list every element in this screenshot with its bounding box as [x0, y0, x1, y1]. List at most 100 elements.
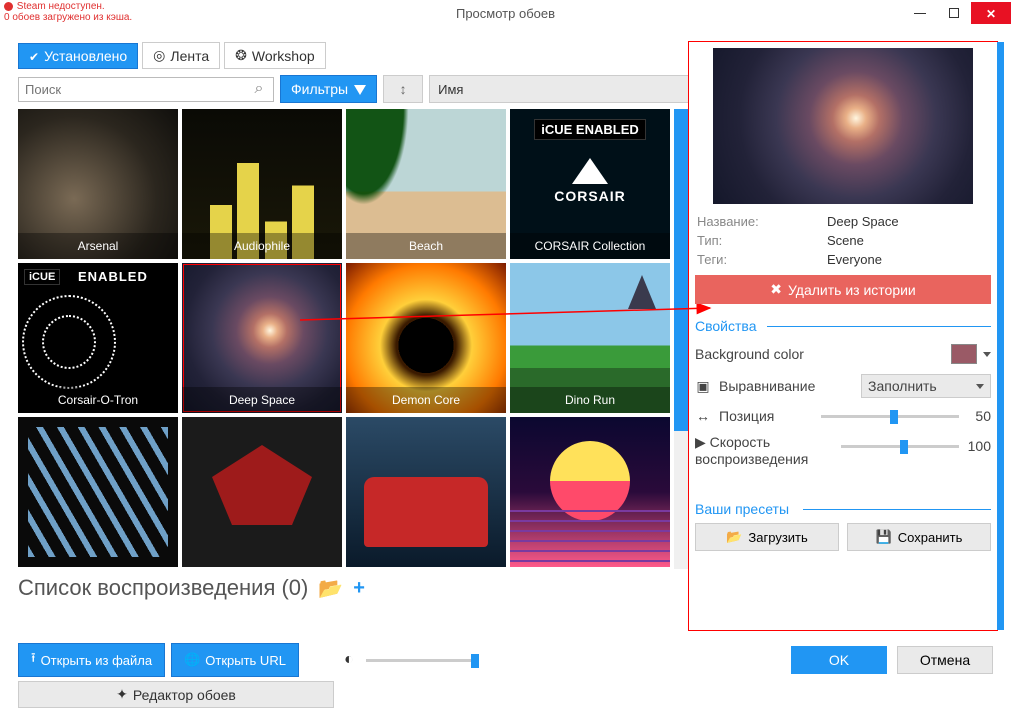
search-icon[interactable]: [245, 78, 273, 101]
steam-status-icon: [4, 2, 13, 11]
wallpaper-tile[interactable]: [18, 417, 178, 567]
playlist-title: Список воспроизведения (0): [18, 575, 308, 601]
search-input[interactable]: [19, 78, 245, 101]
preview-image: [713, 48, 973, 204]
main-area: Arsenal Audiophile Beach iCUE ENABLED CO…: [0, 109, 1011, 569]
search-box: [18, 77, 274, 102]
prop-bgcolor: Background color: [695, 344, 991, 364]
save-icon: [876, 529, 892, 545]
meta-tags: Теги:Everyone: [697, 252, 989, 267]
section-presets: Ваши пресеты: [695, 501, 991, 517]
window-controls: [903, 2, 1011, 24]
bgcolor-swatch[interactable]: [951, 344, 977, 364]
wallpaper-tile[interactable]: Beach: [346, 109, 506, 259]
tab-workshop[interactable]: Workshop: [224, 42, 326, 69]
titlebar: Просмотр обоев: [0, 24, 1011, 38]
wallpaper-tile[interactable]: iCUE ENABLED CORSAIR CORSAIR Collection: [510, 109, 670, 259]
arrows-icon: [695, 408, 711, 424]
side-scrollbar[interactable]: [997, 42, 1004, 630]
wallpaper-tile[interactable]: [510, 417, 670, 567]
brightness-control: [344, 651, 482, 669]
corsair-brand: CORSAIR: [554, 188, 626, 204]
target-icon: [153, 47, 165, 64]
cache-status-text: 0 обоев загружено из кэша.: [4, 12, 132, 23]
position-slider[interactable]: [821, 415, 959, 418]
play-icon: [695, 434, 706, 450]
tab-feed-label: Лента: [170, 48, 209, 64]
image-icon: [695, 378, 711, 395]
funnel-icon: [354, 85, 366, 97]
side-panel: Название:Deep Space Тип:Scene Теги:Every…: [688, 41, 998, 631]
sort-field-label: Имя: [438, 82, 463, 97]
x-icon: [770, 281, 782, 298]
tile-caption: Demon Core: [346, 387, 506, 413]
brightness-icon: [344, 651, 354, 669]
prop-speed: Скорость воспроизведения 100: [695, 434, 991, 467]
bottom-bar: OK Отмена: [0, 646, 1011, 674]
meta-name: Название:Deep Space: [697, 214, 989, 229]
delete-from-history-button[interactable]: Удалить из истории: [695, 275, 991, 304]
sort-icon: [400, 81, 407, 97]
folder-icon: [726, 529, 742, 545]
section-properties: Свойства: [695, 318, 991, 334]
tile-caption: CORSAIR Collection: [510, 233, 670, 259]
steam-status-text: Steam недоступен.: [17, 1, 105, 12]
check-icon: [29, 48, 39, 64]
gallery-scrollbar[interactable]: [674, 109, 688, 569]
cue-enabled: ENABLED: [78, 269, 148, 284]
preset-load-button[interactable]: Загрузить: [695, 523, 839, 551]
corsair-logo-icon: [572, 158, 608, 184]
playlist-add-icon[interactable]: [353, 577, 365, 600]
tab-installed[interactable]: Установлено: [18, 43, 138, 69]
playlist-folder-icon[interactable]: [318, 576, 343, 601]
alignment-select[interactable]: Заполнить: [861, 374, 991, 398]
wallpaper-tile[interactable]: Demon Core: [346, 263, 506, 413]
tab-feed[interactable]: Лента: [142, 42, 220, 69]
tile-caption: Corsair-O-Tron: [18, 387, 178, 413]
delete-label: Удалить из истории: [788, 282, 916, 298]
below-gallery: Список воспроизведения (0) Открыть из фа…: [0, 569, 680, 708]
cue-badge: iCUE ENABLED: [534, 119, 646, 140]
editor-row: Редактор обоев: [18, 681, 334, 708]
wallpaper-grid: Arsenal Audiophile Beach iCUE ENABLED CO…: [18, 109, 674, 569]
tile-caption: Audiophile: [182, 233, 342, 259]
speed-slider[interactable]: [841, 445, 959, 448]
chevron-down-icon[interactable]: [983, 352, 991, 357]
preset-buttons: Загрузить Сохранить: [695, 523, 991, 551]
brightness-slider[interactable]: [366, 659, 476, 662]
steam-icon: [235, 47, 247, 64]
meta-type: Тип:Scene: [697, 233, 989, 248]
wallpaper-tile[interactable]: Audiophile: [182, 109, 342, 259]
wallpaper-tile-selected[interactable]: Deep Space: [182, 263, 342, 413]
window-title: Просмотр обоев: [456, 6, 555, 21]
wallpaper-tile[interactable]: [182, 417, 342, 567]
position-value: 50: [965, 408, 991, 424]
cue-badge: iCUE: [24, 269, 60, 285]
ok-button[interactable]: OK: [791, 646, 887, 674]
tab-installed-label: Установлено: [44, 48, 127, 64]
wallpaper-tile[interactable]: iCUE ENABLED Corsair-O-Tron: [18, 263, 178, 413]
filters-button[interactable]: Фильтры: [280, 75, 377, 103]
minimize-button[interactable]: [903, 2, 937, 24]
playlist-header: Список воспроизведения (0): [18, 575, 662, 601]
magic-icon: [116, 686, 128, 703]
prop-position: Позиция 50: [695, 408, 991, 424]
close-button[interactable]: [971, 2, 1011, 24]
preset-save-button[interactable]: Сохранить: [847, 523, 991, 551]
tile-caption: Beach: [346, 233, 506, 259]
tile-caption: Deep Space: [182, 387, 342, 413]
wallpaper-editor-button[interactable]: Редактор обоев: [18, 681, 334, 708]
maximize-button[interactable]: [937, 2, 971, 24]
filters-label: Фильтры: [291, 81, 348, 97]
speed-value: 100: [965, 438, 991, 454]
tile-caption: Arsenal: [18, 233, 178, 259]
tile-caption: Dino Run: [510, 387, 670, 413]
wallpaper-tile[interactable]: Arsenal: [18, 109, 178, 259]
wallpaper-tile[interactable]: [346, 417, 506, 567]
prop-alignment: Выравнивание Заполнить: [695, 374, 991, 398]
tab-workshop-label: Workshop: [252, 48, 315, 64]
sort-direction-button[interactable]: [383, 75, 423, 103]
chevron-down-icon: [976, 384, 984, 389]
cancel-button[interactable]: Отмена: [897, 646, 993, 674]
wallpaper-tile[interactable]: Dino Run: [510, 263, 670, 413]
